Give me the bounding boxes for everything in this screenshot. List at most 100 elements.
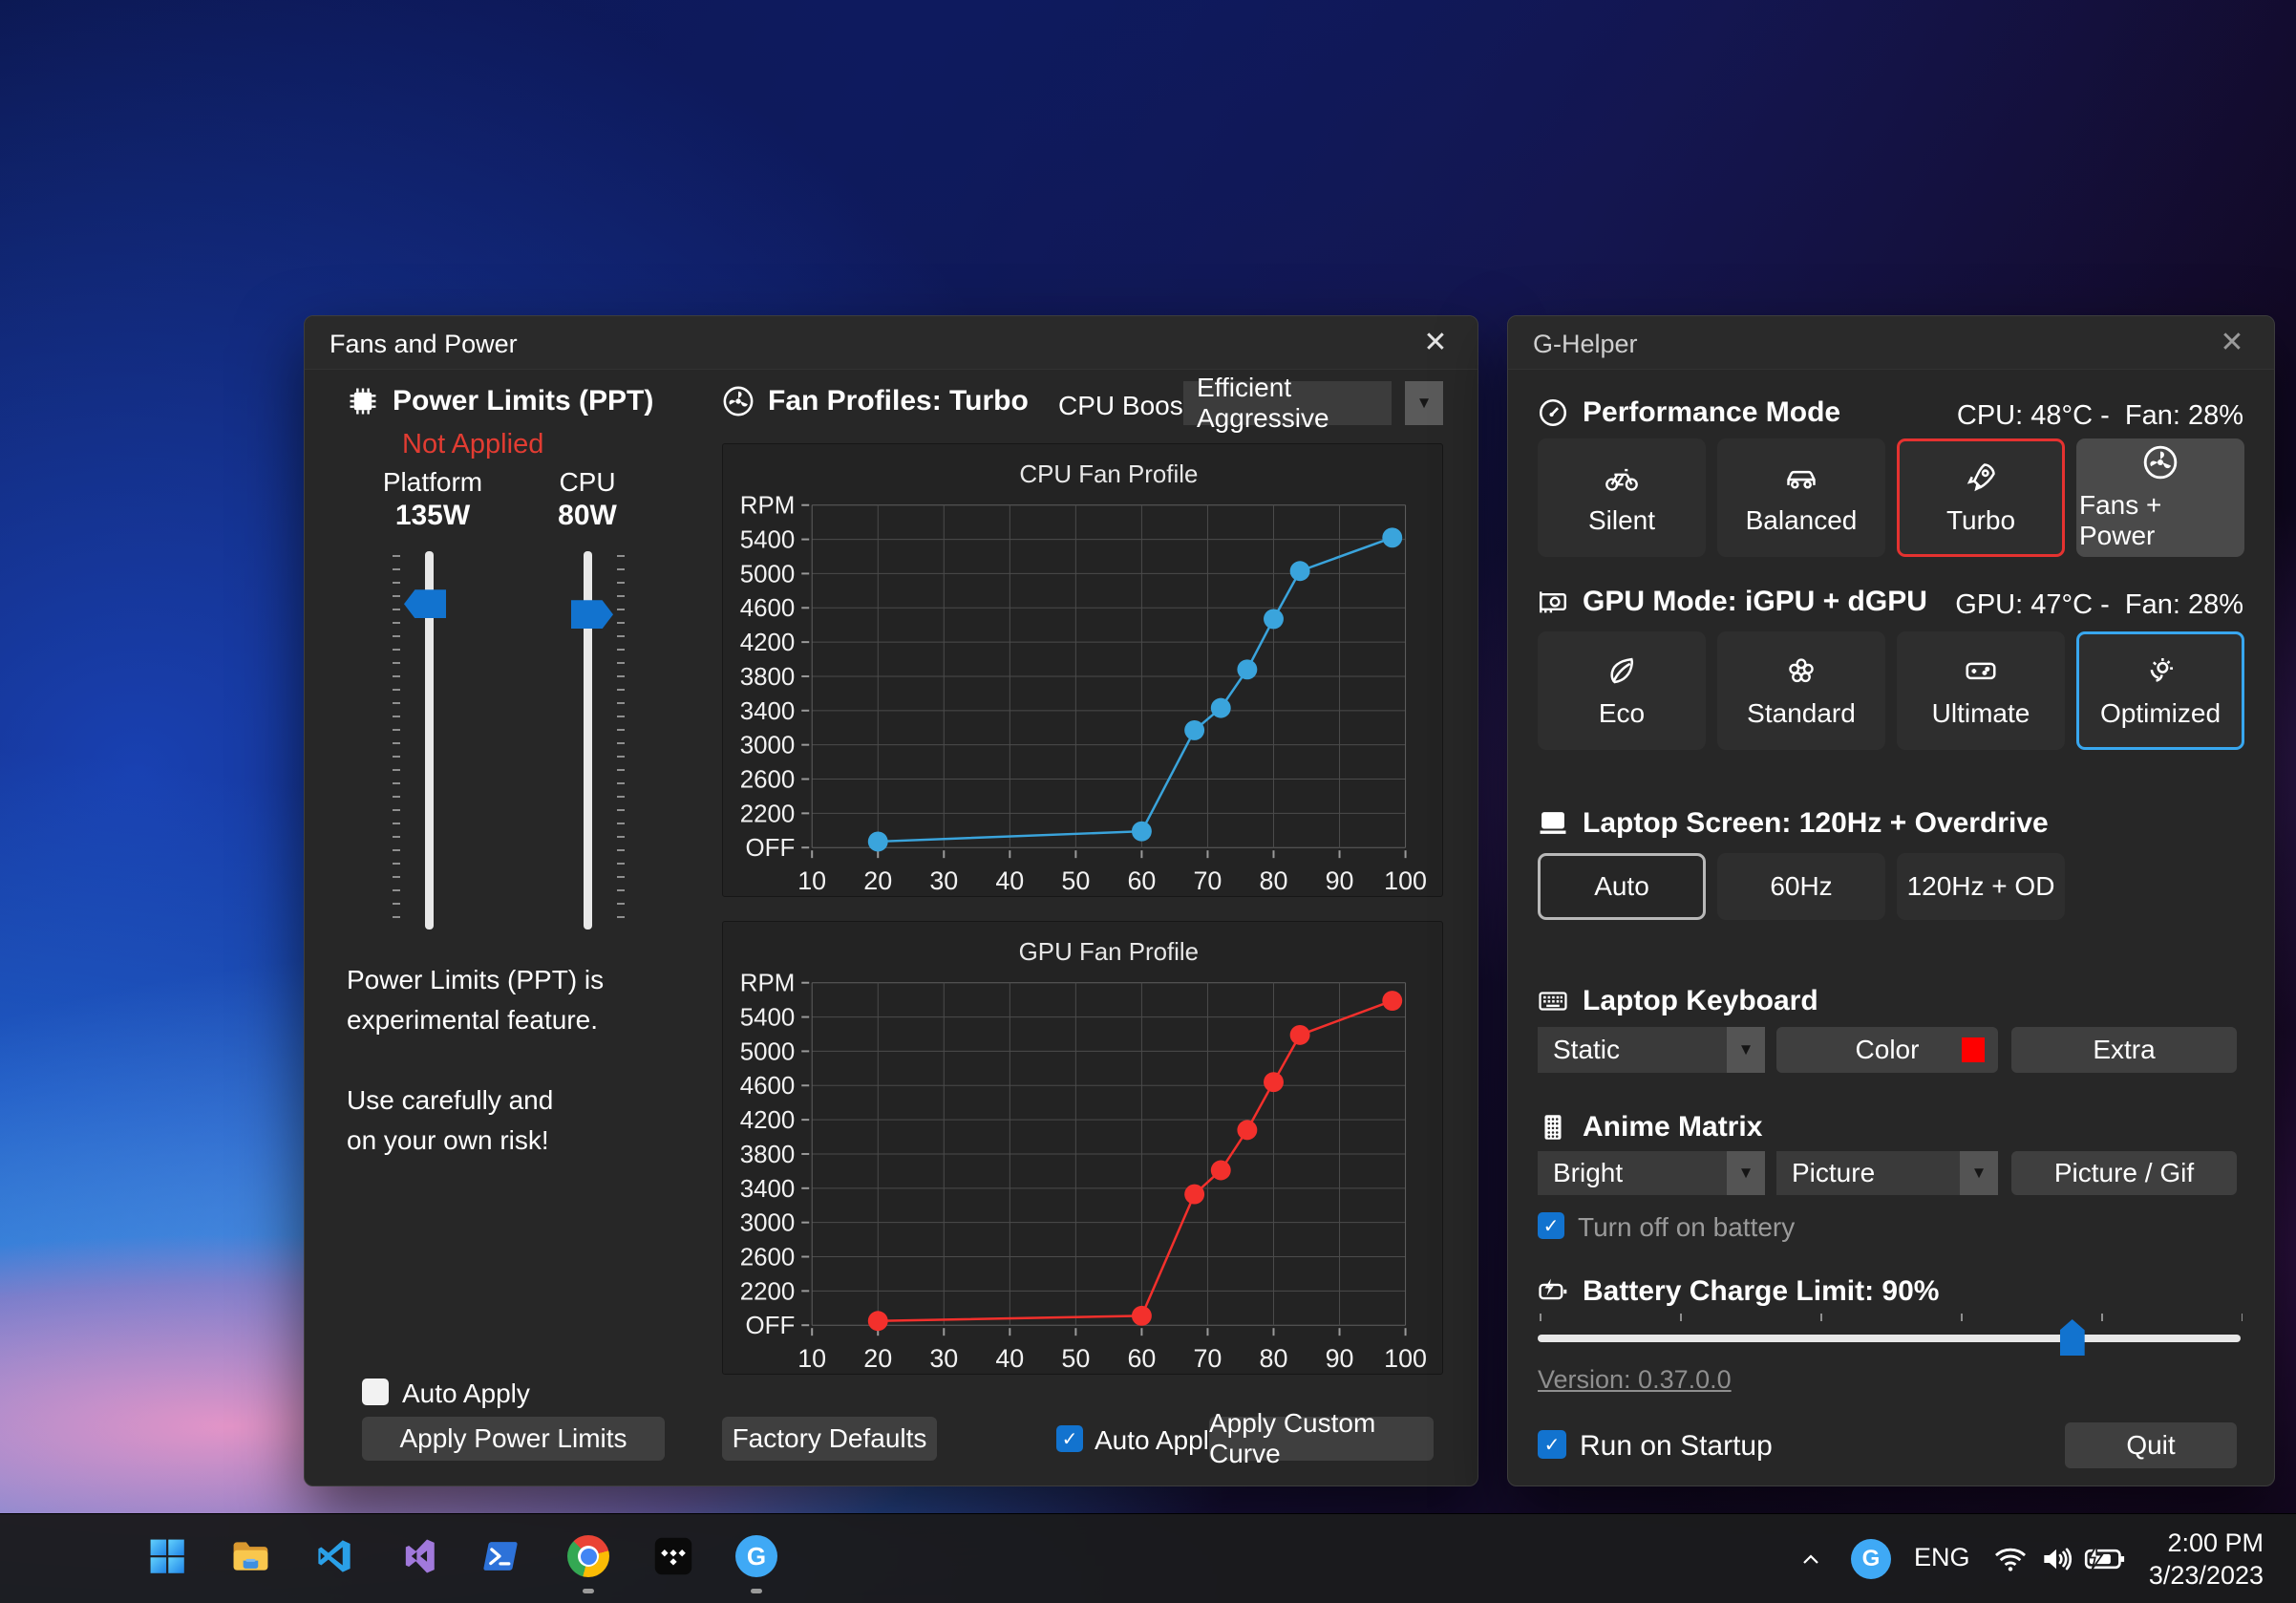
svg-text:4200: 4200 — [740, 630, 796, 656]
gpu-mode-label: Standard — [1747, 698, 1856, 729]
svg-text:60: 60 — [1127, 1344, 1156, 1373]
cpu-slider-thumb[interactable] — [571, 600, 613, 629]
tray-language-button[interactable]: ENG — [1914, 1543, 1970, 1572]
run-on-startup-label: Run on Startup — [1580, 1430, 1773, 1463]
screen-option-label: 60Hz — [1770, 871, 1832, 902]
svg-text:90: 90 — [1326, 1344, 1354, 1373]
powershell-button[interactable] — [474, 1529, 527, 1583]
tray-battery-button[interactable] — [2084, 1543, 2126, 1575]
chevron-down-icon[interactable]: ▼ — [1960, 1151, 1998, 1195]
wifi-icon — [1992, 1541, 2029, 1577]
svg-text:3400: 3400 — [740, 1176, 796, 1203]
perf-mode-label: Silent — [1588, 505, 1655, 536]
gpu-mode-optimized-selected[interactable]: Optimized — [2076, 631, 2244, 750]
cpu-slider-label: CPU — [559, 467, 615, 498]
tidal-button[interactable] — [647, 1529, 700, 1583]
gpu-fan-profile-chart[interactable]: GPU Fan ProfileRPM5400500046004200380034… — [722, 921, 1443, 1375]
gpu-mode-label: Ultimate — [1932, 698, 2030, 729]
matrix-brightness-value: Bright — [1538, 1151, 1727, 1195]
ghelper-titlebar[interactable]: G-Helper ✕ — [1508, 316, 2274, 370]
desktop-wallpaper: Fans and Power ✕ Power Limits (PPT) Not … — [0, 0, 2296, 1603]
chevron-down-icon[interactable]: ▼ — [1727, 1151, 1765, 1195]
battery-charging-icon — [2084, 1543, 2126, 1575]
screen-option-120hz-od[interactable]: 120Hz + OD — [1897, 853, 2065, 920]
svg-text:30: 30 — [929, 866, 958, 895]
g-helper-taskbar-button[interactable]: G — [730, 1529, 783, 1583]
screen-option-label: 120Hz + OD — [1907, 871, 2055, 902]
chevron-down-icon[interactable]: ▼ — [1727, 1027, 1765, 1073]
svg-text:40: 40 — [995, 866, 1024, 895]
run-on-startup-checkbox[interactable]: ✓ — [1538, 1430, 1566, 1459]
quit-button[interactable]: Quit — [2065, 1422, 2237, 1468]
perf-mode-balanced[interactable]: Balanced — [1717, 438, 1885, 557]
factory-defaults-button[interactable]: Factory Defaults — [722, 1417, 937, 1461]
gpu-mode-eco[interactable]: Eco — [1538, 631, 1706, 750]
svg-text:50: 50 — [1061, 866, 1090, 895]
matrix-brightness-dropdown[interactable]: Bright ▼ — [1538, 1151, 1765, 1195]
gpu-mode-standard[interactable]: Standard — [1717, 631, 1885, 750]
perf-mode-fans-power[interactable]: Fans + Power — [2076, 438, 2244, 557]
svg-text:3400: 3400 — [740, 698, 796, 725]
start-button[interactable] — [140, 1529, 194, 1583]
cpu-boost-dropdown-arrow-icon[interactable]: ▼ — [1405, 381, 1443, 425]
g-helper-tray-icon: G — [1851, 1539, 1891, 1579]
car-icon — [1783, 460, 1819, 496]
chrome-button[interactable] — [562, 1529, 615, 1583]
fans-window-title: Fans and Power — [330, 330, 518, 359]
cpu-temp-status: CPU: 48°C - Fan: 28% — [1957, 400, 2243, 432]
svg-text:RPM: RPM — [740, 493, 796, 520]
tray-wifi-button[interactable] — [1992, 1541, 2029, 1577]
perf-mode-turbo-selected[interactable]: Turbo — [1897, 438, 2065, 557]
laptop-screen-title: Laptop Screen: 120Hz + Overdrive — [1583, 807, 2049, 840]
power-auto-apply-checkbox[interactable]: ✓ — [362, 1379, 389, 1405]
chrome-icon — [567, 1535, 609, 1577]
flower-icon — [1783, 652, 1819, 689]
screen-option-auto-selected[interactable]: Auto — [1538, 853, 1706, 920]
fan-profiles-title: Fan Profiles: Turbo — [768, 385, 1029, 417]
apply-custom-curve-button[interactable]: Apply Custom Curve — [1209, 1417, 1434, 1461]
battery-slider-thumb[interactable] — [2060, 1319, 2085, 1356]
gpu-temp-status: GPU: 47°C - Fan: 28% — [1955, 589, 2243, 621]
close-icon[interactable]: ✕ — [2211, 324, 2253, 362]
keyboard-color-button[interactable]: Color — [1776, 1027, 1998, 1073]
svg-text:CPU Fan Profile: CPU Fan Profile — [1019, 461, 1198, 488]
platform-slider-value: 135W — [395, 500, 470, 532]
dot-matrix-icon — [1537, 1111, 1569, 1143]
svg-text:100: 100 — [1384, 1344, 1427, 1373]
fans-window-titlebar[interactable]: Fans and Power ✕ — [305, 316, 1478, 370]
version-link[interactable]: Version: 0.37.0.0 — [1538, 1365, 1732, 1395]
file-explorer-button[interactable] — [223, 1529, 277, 1583]
keyboard-extra-button[interactable]: Extra — [2011, 1027, 2237, 1073]
cpu-fan-profile-chart[interactable]: CPU Fan ProfileRPM5400500046004200380034… — [722, 443, 1443, 897]
gpu-mode-label: Eco — [1599, 698, 1645, 729]
vscode-button[interactable] — [308, 1529, 361, 1583]
screen-option-60hz[interactable]: 60Hz — [1717, 853, 1885, 920]
keyboard-mode-dropdown[interactable]: Static ▼ — [1538, 1027, 1765, 1073]
close-icon[interactable]: ✕ — [1414, 324, 1456, 362]
fan-icon — [722, 385, 755, 417]
visual-studio-button[interactable] — [393, 1529, 446, 1583]
matrix-battery-checkbox[interactable]: ✓ — [1538, 1212, 1564, 1239]
tray-g-helper-button[interactable]: G — [1851, 1539, 1891, 1579]
anime-matrix-title: Anime Matrix — [1583, 1111, 1762, 1143]
note-line: Power Limits (PPT) is — [347, 960, 604, 1000]
matrix-picture-gif-button[interactable]: Picture / Gif — [2011, 1151, 2237, 1195]
gpu-mode-ultimate[interactable]: Ultimate — [1897, 631, 2065, 750]
gauge-icon — [1537, 396, 1569, 429]
platform-slider-thumb[interactable] — [404, 589, 446, 618]
tray-volume-button[interactable] — [2038, 1541, 2074, 1577]
color-button-label: Color — [1856, 1035, 1920, 1065]
battery-slider[interactable] — [1538, 1335, 2241, 1342]
cpu-boost-dropdown[interactable]: Efficient Aggressive — [1183, 381, 1392, 425]
tray-clock[interactable]: 2:00 PM 3/23/2023 — [2149, 1527, 2264, 1592]
perf-mode-silent[interactable]: Silent — [1538, 438, 1706, 557]
curve-auto-apply-checkbox[interactable]: ✓ — [1056, 1425, 1083, 1452]
screen-option-label: Auto — [1594, 871, 1649, 902]
svg-text:70: 70 — [1193, 866, 1222, 895]
svg-text:OFF: OFF — [746, 835, 796, 862]
matrix-mode-dropdown[interactable]: Picture ▼ — [1776, 1151, 1998, 1195]
apply-power-limits-button[interactable]: Apply Power Limits — [362, 1417, 665, 1461]
battery-slider-ticks — [1540, 1314, 2243, 1321]
keyboard-mode-value: Static — [1538, 1027, 1727, 1073]
tray-chevron-up-button[interactable] — [1792, 1541, 1830, 1579]
